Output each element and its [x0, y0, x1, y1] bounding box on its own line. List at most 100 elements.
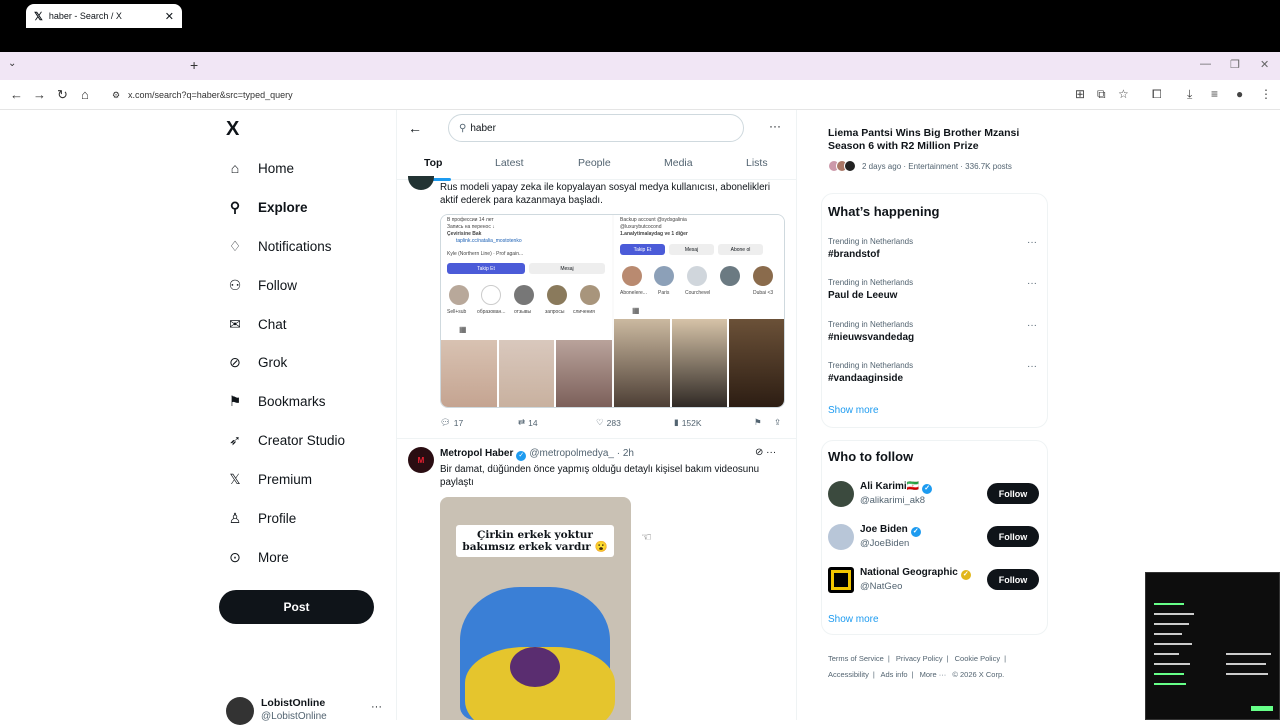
nav-more[interactable]: ⊙ More: [226, 545, 289, 569]
search-settings-icon[interactable]: ···: [769, 119, 781, 133]
back-arrow-icon[interactable]: ←: [408, 120, 422, 136]
search-input[interactable]: ⚲ haber: [448, 114, 744, 142]
trend-tag: Paul de Leeuw: [828, 290, 898, 301]
media-text: образован...: [477, 309, 506, 315]
nav-creator-studio[interactable]: ➶ Creator Studio: [226, 428, 345, 452]
footer-link[interactable]: Terms of Service: [828, 654, 884, 663]
media-text: Takip Et: [447, 263, 525, 274]
views-button[interactable]: ▮ 152K: [674, 417, 702, 428]
account-switcher[interactable]: LobistOnline @LobistOnline ···: [226, 697, 386, 727]
trend-item[interactable]: Trending in Netherlands #nieuwsvandedag …: [828, 320, 1043, 343]
reply-button[interactable]: 💬︎ 17: [440, 417, 463, 428]
profile-avatar-icon[interactable]: ●: [1236, 87, 1243, 101]
tab-search-icon[interactable]: ⌄: [8, 58, 16, 69]
media-icon[interactable]: ≡: [1211, 87, 1218, 101]
nav-notifications[interactable]: ♢ Notifications: [226, 234, 332, 258]
more-dots-icon[interactable]: ···: [1027, 278, 1037, 289]
nav-label: Premium: [258, 471, 313, 487]
browser-menu-icon[interactable]: ⋮: [1260, 87, 1272, 101]
follow-button[interactable]: Follow: [987, 569, 1039, 590]
trend-context: Trending in Netherlands: [828, 320, 914, 329]
footer-link[interactable]: Cookie Policy: [955, 654, 1000, 663]
post-button[interactable]: Post: [219, 590, 374, 624]
trend-item[interactable]: Trending in Netherlands #vandaaginside ·…: [828, 361, 1043, 384]
suggestion-handle: @JoeBiden: [860, 538, 910, 549]
avatar: [828, 524, 854, 550]
author-name[interactable]: Metropol Haber: [440, 448, 513, 459]
tab-latest[interactable]: Latest: [495, 157, 524, 169]
back-icon[interactable]: ←: [10, 87, 23, 102]
tab-media[interactable]: Media: [664, 157, 693, 169]
reload-icon[interactable]: ↻: [57, 87, 68, 103]
footer-link[interactable]: Accessibility: [828, 670, 869, 679]
follow-suggestion[interactable]: Ali Karimi🇮🇷 ✓ @alikarimi_ak8 Follow: [828, 481, 1043, 511]
show-more-trends-link[interactable]: Show more: [828, 405, 879, 416]
tweet-video[interactable]: Çirkin erkek yoktur bakımsız erkek vardı…: [440, 497, 631, 720]
footer-link[interactable]: Ads info: [880, 670, 907, 679]
more-dots-icon[interactable]: ···: [766, 447, 776, 458]
nav-profile[interactable]: ♙ Profile: [226, 506, 297, 530]
tweet-time[interactable]: 2h: [623, 448, 634, 459]
footer-link[interactable]: More ···: [920, 670, 947, 679]
nav-explore[interactable]: ⚲ Explore: [226, 195, 308, 219]
trend-context: Trending in Netherlands: [828, 237, 914, 246]
download-icon[interactable]: ⤓: [1187, 87, 1192, 102]
like-button[interactable]: ♡ 283: [596, 417, 621, 428]
account-handle: @LobistOnline: [261, 711, 327, 722]
follow-button[interactable]: Follow: [987, 483, 1039, 504]
follow-suggestion[interactable]: Joe Biden ✓ @JoeBiden Follow: [828, 524, 1043, 554]
site-info-icon[interactable]: ⚙: [112, 90, 120, 101]
nav-bookmarks[interactable]: ⚑ Bookmarks: [226, 389, 326, 413]
extensions-icon[interactable]: ⧠: [1152, 87, 1162, 102]
nav-chat[interactable]: ✉ Chat: [226, 312, 286, 336]
url-field[interactable]: ⚙ x.com/search?q=haber&src=typed_query: [106, 84, 1056, 106]
close-tab-icon[interactable]: ✕: [165, 10, 174, 23]
minimize-icon[interactable]: —: [1200, 58, 1211, 70]
suggestion-name-text: Joe Biden: [860, 524, 908, 535]
preview-line: [1154, 633, 1182, 635]
grok-icon[interactable]: ⊘: [755, 447, 763, 458]
trend-item[interactable]: Trending in Netherlands #brandstof ···: [828, 237, 1043, 260]
story-highlight: [449, 285, 469, 305]
bookmark-star-icon[interactable]: ☆: [1118, 87, 1129, 101]
browser-tab[interactable]: 𝕏 haber - Search / X ✕: [26, 4, 182, 28]
close-window-icon[interactable]: ✕: [1260, 58, 1269, 71]
share-button[interactable]: ⇪: [774, 417, 781, 428]
more-dots-icon[interactable]: ···: [371, 701, 382, 713]
translate-icon[interactable]: ⊞: [1075, 87, 1085, 101]
media-text: Mesaj: [669, 244, 714, 255]
video-caption: Çirkin erkek yoktur bakımsız erkek vardı…: [456, 525, 614, 557]
tab-lists[interactable]: Lists: [746, 157, 768, 169]
nav-grok[interactable]: ⊘ Grok: [226, 350, 287, 374]
nav-home[interactable]: ⌂ Home: [226, 156, 294, 180]
story-highlight: [514, 285, 534, 305]
more-dots-icon[interactable]: ···: [1027, 237, 1037, 248]
home-browser-icon[interactable]: ⌂: [81, 87, 89, 102]
trend-item[interactable]: Trending in Netherlands Paul de Leeuw ··…: [828, 278, 1043, 301]
show-more-follow-link[interactable]: Show more: [828, 614, 879, 625]
grid-icon: ▦: [632, 306, 640, 315]
nav-label: Bookmarks: [258, 393, 326, 409]
overlay-preview-window[interactable]: [1145, 572, 1280, 720]
forward-icon[interactable]: →: [33, 87, 46, 102]
follow-button[interactable]: Follow: [987, 526, 1039, 547]
bookmark-button[interactable]: ⚑: [754, 417, 762, 428]
suggestion-name: Ali Karimi🇮🇷 ✓: [860, 481, 935, 494]
author-handle[interactable]: @metropolmedya_: [529, 448, 614, 459]
repost-button[interactable]: ⇄ 14: [518, 417, 538, 428]
install-icon[interactable]: ⧉: [1097, 87, 1106, 102]
nav-premium[interactable]: 𝕏 Premium: [226, 467, 312, 491]
tweet-media[interactable]: В профессии 14 лет Запись на перенос ↓ Ç…: [440, 214, 785, 408]
footer-link[interactable]: Privacy Policy: [896, 654, 943, 663]
new-tab-icon[interactable]: +: [190, 57, 198, 73]
news-headline[interactable]: Liema Pantsi Wins Big Brother Mzansi Sea…: [828, 127, 1043, 153]
x-logo[interactable]: X: [226, 118, 239, 141]
more-dots-icon[interactable]: ···: [1027, 361, 1037, 372]
tab-top[interactable]: Top: [424, 157, 442, 169]
avatar[interactable]: M: [408, 447, 434, 473]
nav-follow[interactable]: ⚇ Follow: [226, 273, 297, 297]
more-dots-icon[interactable]: ···: [1027, 320, 1037, 331]
restore-icon[interactable]: ❐: [1230, 58, 1240, 71]
follow-suggestion[interactable]: National Geographic ✓ @NatGeo Follow: [828, 567, 1043, 597]
tab-people[interactable]: People: [578, 157, 611, 169]
